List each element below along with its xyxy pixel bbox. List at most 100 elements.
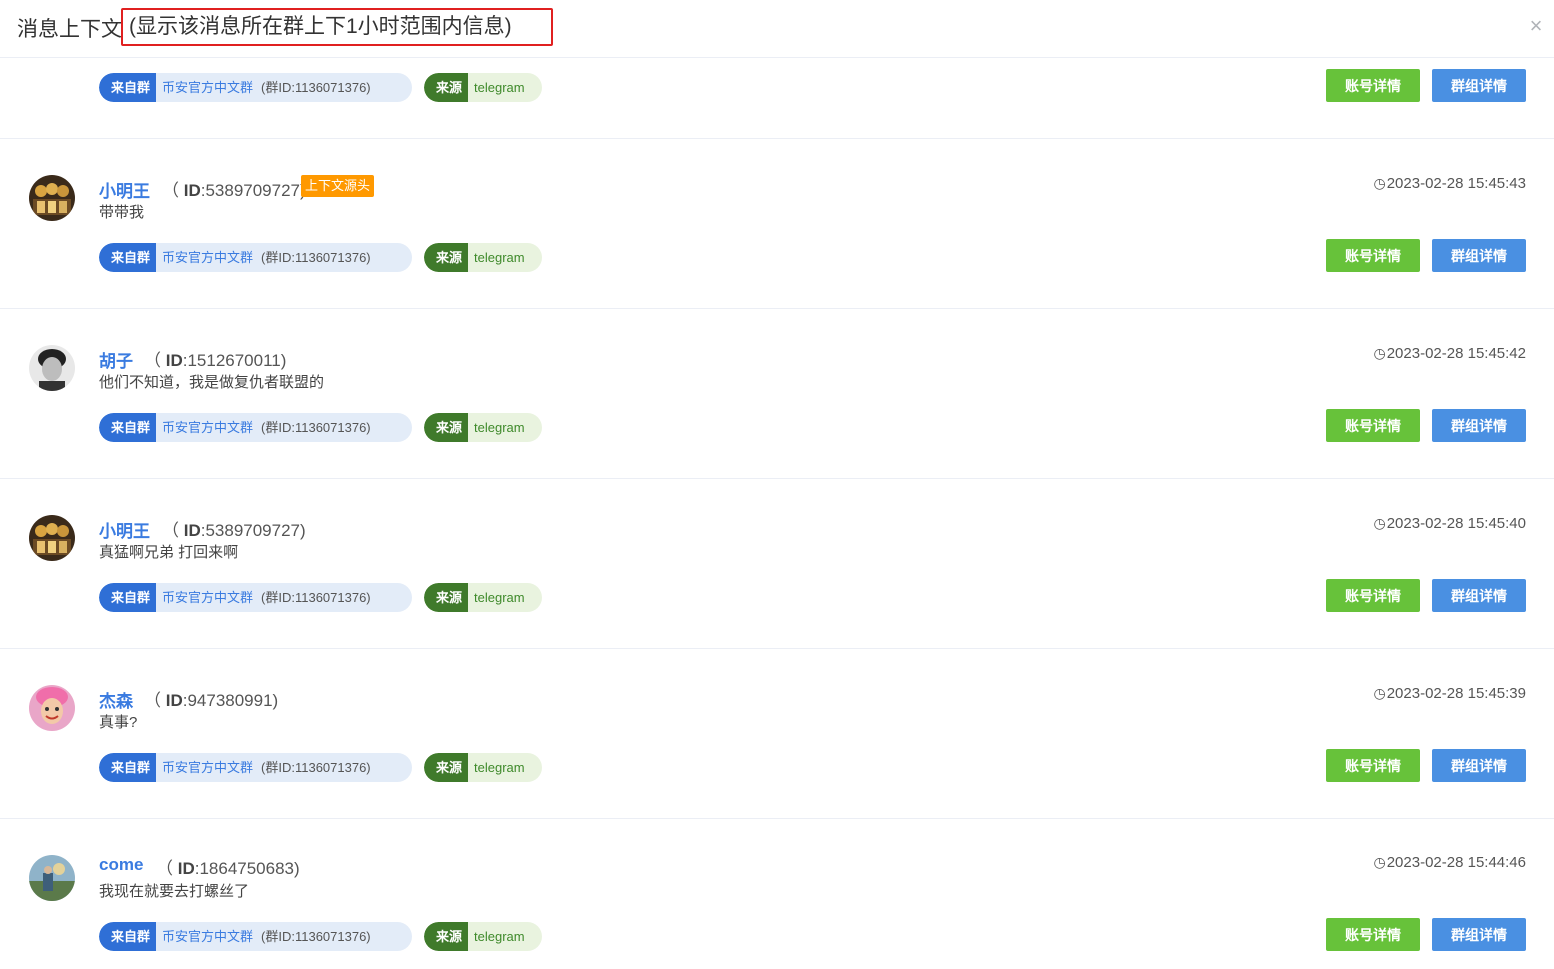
sender-name[interactable]: 胡子 <box>99 347 133 372</box>
source-tag-label: 来源 <box>424 922 469 951</box>
sender-id: （ ID:5389709727) <box>162 181 306 200</box>
source-tag: 来源 telegram <box>424 243 542 272</box>
account-detail-button[interactable]: 账号详情 <box>1326 579 1420 612</box>
avatar[interactable] <box>29 685 75 731</box>
message-time: ◷2023-02-28 15:45:43 <box>1373 175 1526 192</box>
account-detail-button[interactable]: 账号详情 <box>1326 749 1420 782</box>
group-detail-button[interactable]: 群组详情 <box>1432 918 1526 951</box>
source-tag: 来源 telegram <box>424 73 542 102</box>
sender-id: （ ID:5389709727) <box>162 521 306 540</box>
group-id: (群ID:1136071376) <box>261 420 371 435</box>
clock-icon: ◷ <box>1373 685 1386 701</box>
sender-id: （ ID:1864750683) <box>156 859 300 878</box>
id-label: ID <box>165 351 183 370</box>
group-name-link[interactable]: 币安官方中文群 <box>162 80 253 95</box>
source-value: telegram <box>474 80 525 95</box>
group-tag: 来自群 币安官方中文群 (群ID:1136071376) <box>99 922 412 951</box>
message-row: 杰森 （ ID:947380991) 真事? ◷2023-02-28 15:45… <box>0 649 1554 819</box>
group-detail-button[interactable]: 群组详情 <box>1432 749 1526 782</box>
sender-id-value: :947380991) <box>182 691 279 710</box>
group-detail-button[interactable]: 群组详情 <box>1432 239 1526 272</box>
avatar-landscape-icon <box>29 855 75 901</box>
source-tag-label: 来源 <box>424 243 469 272</box>
group-tag-label: 来自群 <box>99 583 157 612</box>
source-tag-label: 来源 <box>424 73 469 102</box>
close-icon[interactable]: × <box>1524 14 1548 38</box>
dialog-title: 消息上下文 <box>17 18 122 41</box>
group-name-link[interactable]: 币安官方中文群 <box>162 250 253 265</box>
account-detail-button[interactable]: 账号详情 <box>1326 409 1420 442</box>
source-tag: 来源 telegram <box>424 753 542 782</box>
context-origin-badge: 上下文源头 <box>301 175 375 197</box>
clock-icon: ◷ <box>1373 175 1386 191</box>
sender-name[interactable]: 小明王 <box>99 177 150 202</box>
source-tag-label: 来源 <box>424 413 469 442</box>
clock-icon: ◷ <box>1373 515 1386 531</box>
source-tag-label: 来源 <box>424 753 469 782</box>
message-time-value: 2023-02-28 15:45:39 <box>1386 685 1526 702</box>
id-label: ID <box>183 181 201 200</box>
message-content: 带带我 <box>99 204 145 221</box>
message-time: ◷2023-02-28 15:44:46 <box>1373 854 1526 871</box>
avatar-pink-face-icon <box>29 685 75 731</box>
sender-id-value: :5389709727) <box>200 181 306 200</box>
avatar[interactable] <box>29 175 75 221</box>
group-tag: 来自群 币安官方中文群 (群ID:1136071376) <box>99 243 412 272</box>
source-value: telegram <box>474 590 525 605</box>
group-name-link[interactable]: 币安官方中文群 <box>162 420 253 435</box>
sender-name[interactable]: come <box>99 855 143 875</box>
message-time-value: 2023-02-28 15:44:46 <box>1386 854 1526 871</box>
group-id: (群ID:1136071376) <box>261 929 371 944</box>
source-tag: 来源 telegram <box>424 922 542 951</box>
sender-id-value: :1864750683) <box>194 859 300 878</box>
group-id: (群ID:1136071376) <box>261 760 371 775</box>
group-tag-label: 来自群 <box>99 922 157 951</box>
avatar-bw-portrait-icon <box>29 345 75 391</box>
group-id: (群ID:1136071376) <box>261 80 371 95</box>
group-tag-label: 来自群 <box>99 73 157 102</box>
source-value: telegram <box>474 420 525 435</box>
group-tag: 来自群 币安官方中文群 (群ID:1136071376) <box>99 583 412 612</box>
message-row: come （ ID:1864750683) 我现在就要去打螺丝了 ◷2023-0… <box>0 819 1554 969</box>
id-label: ID <box>183 521 201 540</box>
source-value: telegram <box>474 250 525 265</box>
group-id: (群ID:1136071376) <box>261 590 371 605</box>
avatar-group-photo-icon <box>29 515 75 561</box>
avatar[interactable] <box>29 345 75 391</box>
account-detail-button[interactable]: 账号详情 <box>1326 69 1420 102</box>
sender-id-value: :5389709727) <box>200 521 306 540</box>
sender-id: （ ID:1512670011) <box>144 351 287 370</box>
message-row: 小明王 （ ID:5389709727) 上下文源头 带带我 ◷2023-02-… <box>0 139 1554 309</box>
dialog-subtitle-highlighted: (显示该消息所在群上下1小时范围内信息) <box>121 8 553 46</box>
message-row: 小明王 （ ID:5389709727) 真猛啊兄弟 打回来啊 ◷2023-02… <box>0 479 1554 649</box>
avatar[interactable] <box>29 515 75 561</box>
source-value: telegram <box>474 929 525 944</box>
group-name-link[interactable]: 币安官方中文群 <box>162 929 253 944</box>
group-tag-label: 来自群 <box>99 413 157 442</box>
avatar[interactable] <box>29 855 75 901</box>
group-name-link[interactable]: 币安官方中文群 <box>162 590 253 605</box>
group-detail-button[interactable]: 群组详情 <box>1432 69 1526 102</box>
sender-name[interactable]: 杰森 <box>99 687 133 712</box>
group-tag: 来自群 币安官方中文群 (群ID:1136071376) <box>99 753 412 782</box>
account-detail-button[interactable]: 账号详情 <box>1326 918 1420 951</box>
group-tag-label: 来自群 <box>99 753 157 782</box>
message-content: 真猛啊兄弟 打回来啊 <box>99 544 239 561</box>
message-content: 真事? <box>99 714 138 731</box>
message-row: 胡子 （ ID:1512670011) 他们不知道，我是做复仇者联盟的 ◷202… <box>0 309 1554 479</box>
clock-icon: ◷ <box>1373 854 1386 870</box>
sender-name[interactable]: 小明王 <box>99 517 150 542</box>
group-detail-button[interactable]: 群组详情 <box>1432 579 1526 612</box>
source-tag-label: 来源 <box>424 583 469 612</box>
id-label: ID <box>165 691 183 710</box>
group-detail-button[interactable]: 群组详情 <box>1432 409 1526 442</box>
group-tag: 来自群 币安官方中文群 (群ID:1136071376) <box>99 73 412 102</box>
group-id: (群ID:1136071376) <box>261 250 371 265</box>
account-detail-button[interactable]: 账号详情 <box>1326 239 1420 272</box>
group-name-link[interactable]: 币安官方中文群 <box>162 760 253 775</box>
dialog-header: 消息上下文 (显示该消息所在群上下1小时范围内信息) × <box>0 0 1554 58</box>
id-label: ID <box>177 859 195 878</box>
message-time-value: 2023-02-28 15:45:43 <box>1386 175 1526 192</box>
group-tag-label: 来自群 <box>99 243 157 272</box>
message-content: 他们不知道，我是做复仇者联盟的 <box>99 374 325 391</box>
